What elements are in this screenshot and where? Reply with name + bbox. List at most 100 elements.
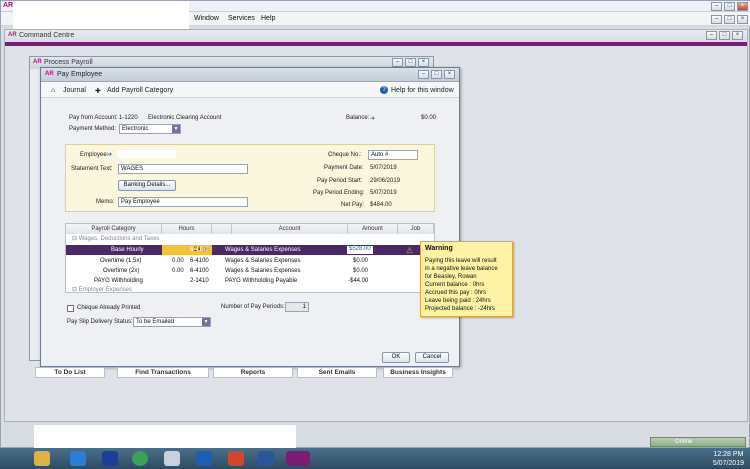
close-icon[interactable]: ×	[737, 15, 748, 24]
col-amount[interactable]: Amount	[348, 224, 398, 234]
nav-to-do-list[interactable]: To Do List	[35, 367, 105, 378]
net-pay-value: $484.00	[370, 202, 392, 208]
clock[interactable]: 12:28 PM 5/07/2019	[713, 450, 744, 468]
browser-icon[interactable]	[70, 451, 86, 466]
minimize-icon[interactable]: –	[711, 2, 722, 11]
pay-slip-label: Pay Slip Delivery Status:	[67, 319, 133, 325]
add-payroll-category-button[interactable]: Add Payroll Category	[107, 87, 173, 94]
app-window-controls: – □ ×	[711, 2, 748, 11]
table-row[interactable]: PAYG Withholding 2-1410 PAYG Withholding…	[66, 276, 434, 286]
table-row[interactable]: Overtime (1.5x) 0.00 6-4100 Wages & Sala…	[66, 256, 434, 266]
table-row[interactable]: Overtime (2x) 0.00 6-4100 Wages & Salari…	[66, 266, 434, 276]
online-status[interactable]: Online	[650, 437, 746, 447]
maximize-icon[interactable]: □	[719, 31, 730, 40]
pay-employee-controls: – □ ×	[418, 70, 455, 79]
payment-date-label: Payment Date:	[324, 165, 364, 171]
close-icon[interactable]: ×	[737, 2, 748, 11]
menu-services[interactable]: Services	[228, 15, 255, 22]
row-account-code: 6-4100	[190, 268, 209, 274]
maximize-icon[interactable]: □	[431, 70, 442, 79]
command-centre-title: Command Centre	[19, 32, 75, 39]
col-account[interactable]: Account	[232, 224, 348, 234]
minimize-icon[interactable]: –	[392, 58, 403, 67]
journal-button[interactable]: Journal	[63, 87, 86, 94]
group-wages-label: Wages, Deductions and Taxes	[78, 236, 160, 242]
banking-details-button[interactable]: Banking Details...	[118, 180, 176, 191]
pay-period-ending-value[interactable]: 5/07/2019	[370, 190, 397, 196]
warning-title: Warning	[425, 245, 453, 252]
row-amount[interactable]: $0.00	[353, 258, 368, 264]
minimize-icon[interactable]: –	[418, 70, 429, 79]
explorer-icon[interactable]	[34, 451, 50, 466]
pay-from-account-name: Electronic Clearing Account	[148, 115, 222, 121]
menu-help[interactable]: Help	[261, 15, 275, 22]
col-hours[interactable]: Hours	[162, 224, 212, 234]
table-row[interactable]: Base Hourly 24.00 6-4100 Wages & Salarie…	[66, 245, 434, 255]
close-icon[interactable]: ×	[444, 70, 455, 79]
maximize-icon[interactable]: □	[724, 2, 735, 11]
row-category: Overtime (1.5x)	[100, 258, 142, 264]
row-hours[interactable]: 0.00	[172, 258, 184, 264]
warning-body: Paying this leave will result in a negat…	[425, 258, 498, 312]
nav-reports[interactable]: Reports	[213, 367, 293, 378]
pay-from-account-code[interactable]: 1-1220	[119, 115, 138, 121]
word-icon[interactable]	[258, 451, 274, 466]
col-job[interactable]: Job	[398, 224, 434, 234]
row-amount[interactable]: $0.00	[353, 268, 368, 274]
minimize-icon[interactable]: –	[711, 15, 722, 24]
powerpoint-icon[interactable]	[228, 451, 244, 466]
group-wages-header[interactable]: ⊟ Wages, Deductions and Taxes	[72, 235, 159, 242]
row-account-code: 2-1410	[190, 278, 209, 284]
row-account-code: 6-4100	[190, 258, 209, 264]
row-account-code: 6-4100	[190, 247, 209, 253]
nav-sent-emails[interactable]: Sent Emails	[297, 367, 377, 378]
ok-button[interactable]: OK	[382, 352, 410, 363]
pay-period-start-value[interactable]: 29/06/2019	[370, 178, 400, 184]
pay-slip-select[interactable]: To be Emailed ▼	[133, 317, 211, 327]
help-icon[interactable]: ?	[380, 86, 388, 94]
app-logo: AR	[3, 2, 14, 9]
menu-window[interactable]: Window	[194, 15, 219, 22]
net-pay-label: Net Pay:	[341, 202, 365, 208]
payment-method-select[interactable]: Electronic ▼	[119, 124, 181, 134]
ar-logo: AR	[8, 32, 17, 38]
outlook-icon[interactable]	[196, 451, 212, 466]
app-window: AR – □ × Window Services Help – □ × AR C…	[0, 0, 750, 455]
warning-icon[interactable]: ⚠	[406, 246, 413, 255]
nav-business-insights[interactable]: Business Insights	[383, 367, 453, 378]
cheque-no-field[interactable]: Auto #	[368, 150, 418, 160]
pay-employee-toolbar: ⌂ Journal ✚ Add Payroll Category ? Help …	[41, 82, 459, 98]
minimize-icon[interactable]: –	[706, 31, 717, 40]
help-button[interactable]: Help for this window	[391, 87, 454, 94]
close-icon[interactable]: ×	[418, 58, 429, 67]
app-b-icon[interactable]	[102, 451, 118, 466]
nav-find-transactions[interactable]: Find Transactions	[117, 367, 209, 378]
statement-text-field[interactable]: WAGES	[118, 164, 248, 174]
chevron-down-icon[interactable]: ▼	[172, 125, 180, 133]
close-icon[interactable]: ×	[732, 31, 743, 40]
row-category: Overtime (2x)	[103, 268, 140, 274]
cheque-printed-checkbox[interactable]	[67, 305, 74, 312]
accountright-icon[interactable]	[286, 451, 310, 466]
add-category-icon[interactable]: ✚	[95, 87, 101, 95]
payroll-grid: Payroll Category Hours Account Amount Jo…	[65, 223, 435, 293]
maximize-icon[interactable]: □	[405, 58, 416, 67]
chevron-down-icon[interactable]: ▼	[202, 318, 210, 326]
row-amount[interactable]: -$44.00	[348, 278, 368, 284]
balance-arrow-icon[interactable]: ➜	[370, 115, 375, 122]
row-amount[interactable]: $528.00	[347, 246, 373, 254]
payment-date-value[interactable]: 5/07/2019	[370, 165, 397, 171]
group-employer-header[interactable]: ⊟ Employer Expenses	[72, 286, 132, 293]
cancel-button[interactable]: Cancel	[415, 352, 449, 363]
employee-label: Employee:	[80, 152, 109, 158]
row-hours[interactable]: 0.00	[172, 268, 184, 274]
employee-arrow-icon[interactable]: ➜	[107, 151, 112, 158]
number-pay-periods-field[interactable]: 1	[285, 302, 309, 312]
memo-field[interactable]: Pay Employee	[118, 197, 248, 207]
restore-icon[interactable]: □	[724, 15, 735, 24]
tool-icon[interactable]	[164, 451, 180, 466]
col-payroll-category[interactable]: Payroll Category	[66, 224, 162, 234]
chrome-icon[interactable]	[132, 451, 148, 466]
employee-name-redacted[interactable]	[118, 150, 176, 158]
journal-icon[interactable]: ⌂	[51, 87, 55, 94]
